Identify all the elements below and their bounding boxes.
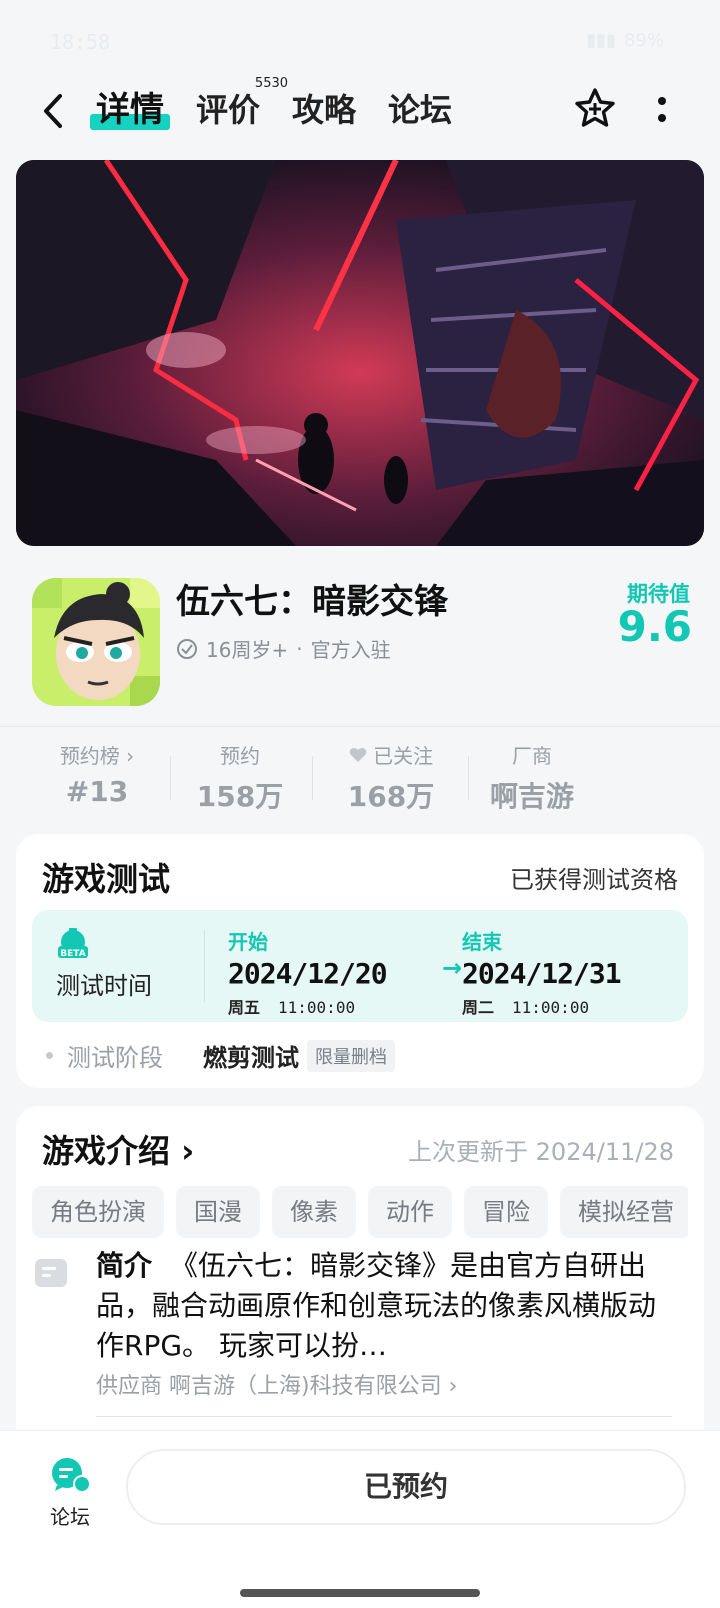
test-qualification-status: 已获得测试资格: [510, 866, 678, 894]
test-end-date: 2024/12/31: [462, 957, 622, 990]
tag-chip[interactable]: 模拟经营: [560, 1186, 688, 1238]
test-end: 结束 2024/12/31 周二 11:00:00: [462, 926, 622, 1018]
game-intro-title[interactable]: 游戏介绍 ›: [42, 1126, 194, 1172]
game-title: 伍六七：暗影交锋: [176, 582, 448, 622]
intro-label: 简介: [96, 1249, 153, 1282]
stat-publisher[interactable]: 厂商 啊吉游: [480, 740, 584, 815]
test-end-weekday: 周二 11:00:00: [462, 994, 621, 1018]
game-test-card: 游戏测试 已获得测试资格 BETA 测试时间 开始 2024/12/20 周五 1…: [16, 834, 704, 1088]
signal-icon: ▮▮▮: [586, 30, 616, 51]
battery-level: 89%: [623, 30, 664, 51]
beta-icon-text: BETA: [60, 949, 85, 959]
reserved-button[interactable]: 已预约: [126, 1449, 686, 1525]
stat-separator: [468, 756, 469, 800]
app-icon[interactable]: [32, 578, 160, 706]
tag-chip[interactable]: 国漫: [176, 1186, 260, 1238]
tab-guides-label: 攻略: [292, 91, 357, 129]
tag-chip[interactable]: 像素: [272, 1186, 356, 1238]
test-stage-row: 测试阶段 燃剪测试 限量删档: [46, 1038, 395, 1073]
verified-check-icon: [177, 638, 197, 659]
stat-followers-value: 168万: [347, 780, 435, 813]
status-time: 18:58: [50, 30, 111, 54]
age-rating: 16周岁+: [206, 638, 289, 662]
intro-body: 《伍六七：暗影交锋》是由官方自研出品，融合动画原作和创意玩法的像素风横版动作RP…: [96, 1249, 656, 1362]
back-icon[interactable]: [36, 90, 72, 132]
stat-publisher-label: 厂商: [512, 744, 552, 768]
stat-followers-text: 已关注: [373, 744, 434, 768]
forum-button[interactable]: 论坛: [40, 1457, 100, 1530]
end-weekday: 周二: [462, 998, 495, 1017]
test-start-date: 2024/12/20: [228, 957, 388, 990]
test-box-separator: [204, 930, 205, 1002]
stats-row: 预约榜 › #13 预约 158万 已关注 168万 厂商 啊吉游: [36, 740, 636, 815]
stat-followers: 已关注 168万: [324, 740, 458, 815]
stat-reservations-value: 158万: [196, 780, 284, 813]
test-start-label: 开始: [228, 930, 268, 954]
stat-rank[interactable]: 预约榜 › #13: [36, 740, 158, 808]
hero-banner[interactable]: [16, 160, 704, 546]
stat-rank-label: 预约榜 ›: [59, 744, 135, 768]
home-indicator[interactable]: [240, 1589, 480, 1597]
intro-text[interactable]: 简介 《伍六七：暗影交锋》是由官方自研出品，融合动画原作和创意玩法的像素风横版动作…: [96, 1246, 656, 1366]
stat-separator: [170, 756, 171, 800]
stat-reservations-label: 预约: [220, 744, 260, 768]
tab-reviews[interactable]: 评价 5530: [188, 76, 288, 136]
tab-details[interactable]: 详情: [88, 84, 172, 136]
tag-chip[interactable]: 冒险: [464, 1186, 548, 1238]
top-nav: 详情 评价 5530 攻略 论坛: [0, 76, 720, 144]
tab-bar: 详情 评价 5530 攻略 论坛: [88, 76, 476, 136]
divider: [96, 1416, 672, 1417]
stat-followers-label: 已关注: [324, 740, 458, 769]
test-start: 开始 2024/12/20 周五 11:00:00: [228, 926, 388, 1018]
expect-value: 9.6: [617, 602, 692, 651]
tag-chip[interactable]: 动作: [368, 1186, 452, 1238]
status-bar: 18:58 ▮▮▮ 89%: [0, 28, 720, 58]
test-end-label: 结束: [462, 930, 502, 954]
tab-forum-label: 论坛: [388, 91, 453, 129]
status-right: ▮▮▮ 89%: [586, 30, 664, 51]
divider: [0, 726, 720, 727]
bullet-dot: [46, 1052, 53, 1059]
stat-publisher-value: 啊吉游: [489, 780, 574, 813]
tag-chip[interactable]: 角色扮演: [32, 1186, 164, 1238]
arrow-icon: →: [442, 954, 463, 982]
more-icon[interactable]: [652, 94, 672, 126]
tab-forum[interactable]: 论坛: [380, 84, 460, 136]
forum-label: 论坛: [50, 1505, 90, 1529]
official-label: 官方入驻: [310, 638, 391, 662]
game-intro-card: 游戏介绍 › 上次更新于 2024/11/28 角色扮演 国漫 像素 动作 冒险 模拟经营…: [16, 1106, 704, 1436]
test-stage-value: 燃剪测试: [203, 1044, 299, 1072]
test-stage-tag: 限量删档: [307, 1039, 395, 1072]
bottom-bar: 论坛 已预约: [0, 1430, 720, 1608]
tab-guides[interactable]: 攻略: [284, 84, 364, 136]
stat-separator: [312, 756, 313, 800]
end-time: 11:00:00: [512, 998, 590, 1017]
test-time-box: BETA 测试时间 开始 2024/12/20 周五 11:00:00 → 结束 …: [32, 910, 688, 1022]
last-updated: 上次更新于 2024/11/28: [408, 1138, 674, 1166]
heart-icon: [349, 748, 367, 762]
beta-clock-icon: BETA: [58, 928, 88, 959]
stat-reservations: 预约 158万: [182, 740, 298, 815]
tab-details-label: 详情: [96, 90, 164, 130]
forum-icon: [52, 1458, 91, 1493]
document-icon: [35, 1259, 67, 1287]
app-icon-artwork: [32, 578, 160, 706]
test-stage-label: 测试阶段: [67, 1044, 163, 1072]
star-add-icon[interactable]: [572, 86, 618, 132]
game-meta: 16周岁+ · 官方入驻: [176, 634, 391, 663]
tag-list: 角色扮演 国漫 像素 动作 冒险 模拟经营: [32, 1186, 688, 1240]
tab-reviews-label: 评价: [196, 91, 261, 129]
start-weekday: 周五: [228, 998, 261, 1017]
stat-rank-value: #13: [65, 775, 129, 808]
meta-dot: ·: [296, 636, 303, 661]
test-start-weekday: 周五 11:00:00: [228, 994, 387, 1018]
test-time-label: 测试时间: [56, 972, 152, 1000]
supplier-link[interactable]: 供应商 啊吉游（上海)科技有限公司 ›: [96, 1368, 457, 1400]
game-test-title: 游戏测试: [42, 860, 171, 898]
hero-artwork: [16, 160, 704, 546]
start-time: 11:00:00: [278, 998, 356, 1017]
